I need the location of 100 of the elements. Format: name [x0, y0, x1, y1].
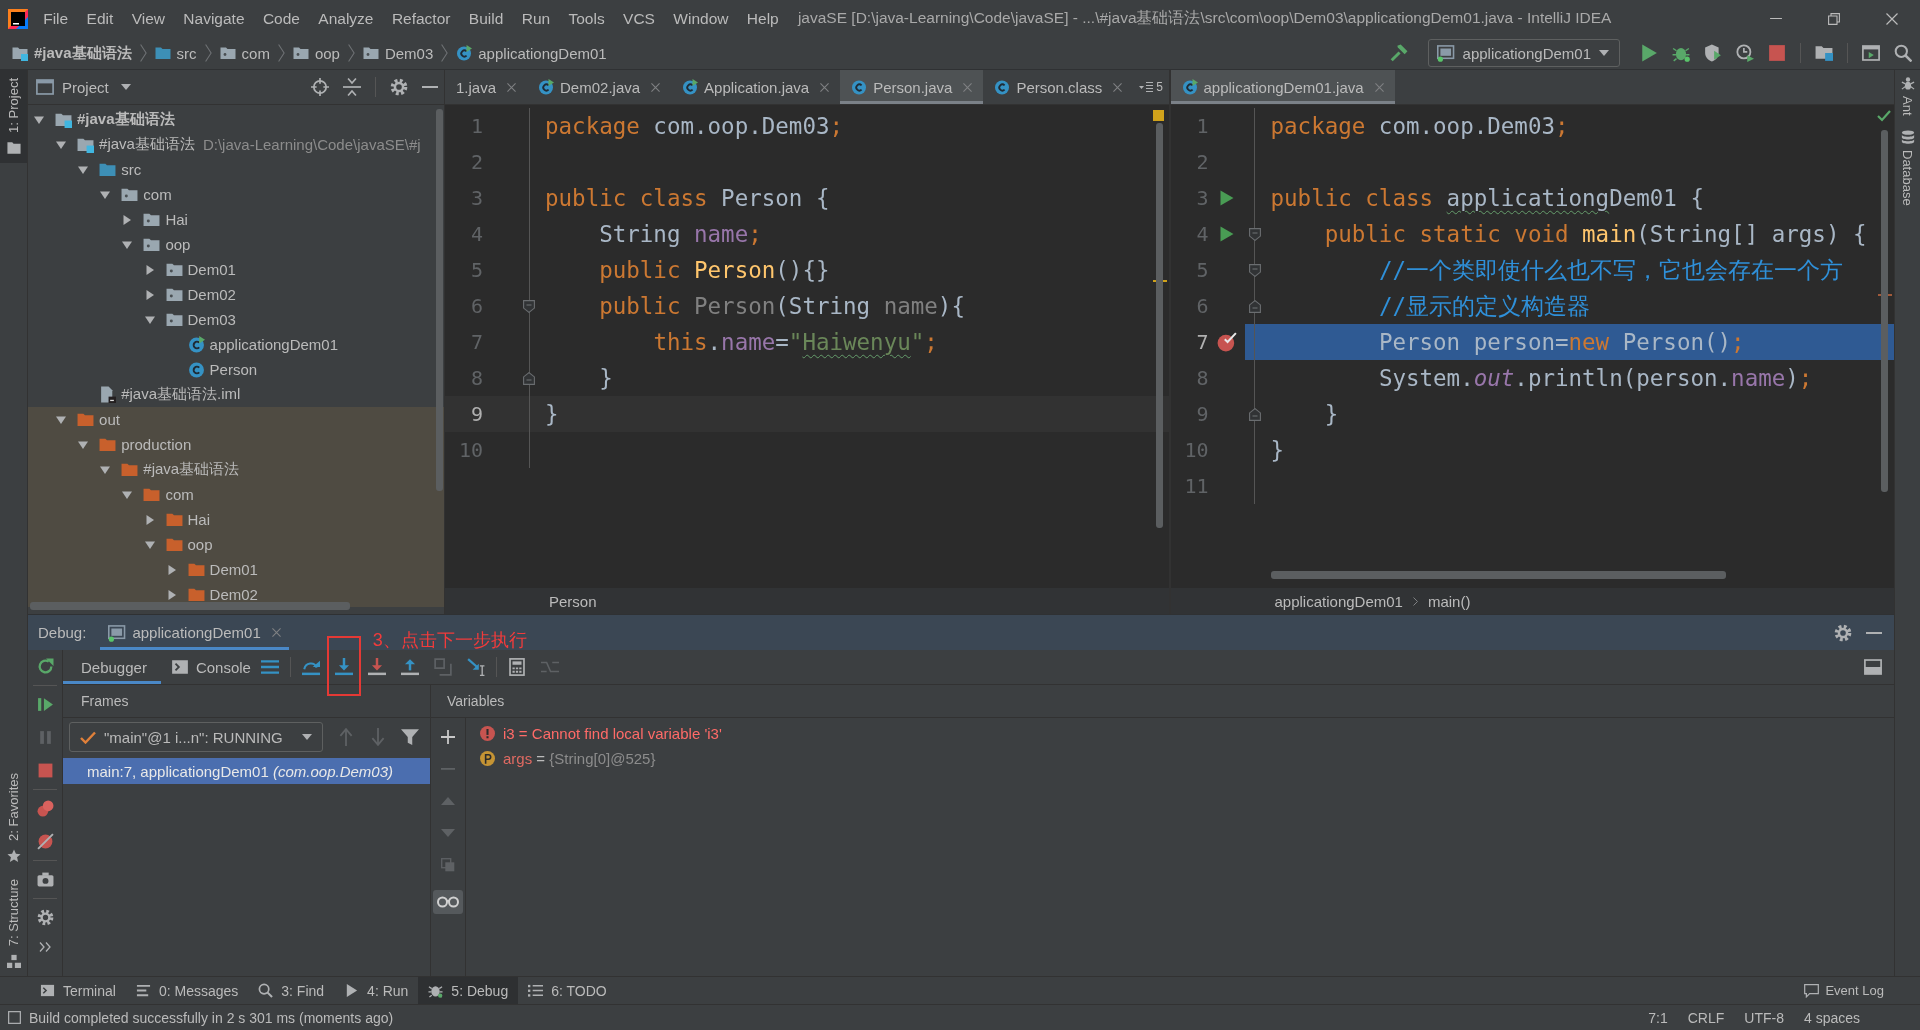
checkmark-icon[interactable] — [1877, 110, 1891, 122]
caret-down-icon[interactable] — [122, 239, 133, 250]
tree-item[interactable]: Dem03 — [187, 311, 236, 328]
rerun-icon[interactable] — [36, 658, 54, 675]
breadcrumb[interactable]: applicationgDem01 — [456, 44, 607, 62]
tree-item[interactable]: applicationgDem01 — [209, 336, 338, 353]
fold-end-icon[interactable] — [523, 371, 535, 385]
debug-view-tab[interactable]: Debugger — [63, 650, 161, 684]
mute-breakpoints-icon[interactable] — [36, 833, 54, 850]
menu-item[interactable]: View — [122, 9, 175, 28]
filter-icon[interactable] — [401, 728, 419, 746]
breakpoint-icon[interactable] — [1216, 332, 1237, 352]
editor-tab[interactable]: Person.java — [840, 70, 984, 104]
menu-item[interactable]: Window — [664, 9, 738, 28]
search-icon[interactable] — [1894, 44, 1912, 62]
calculator-icon[interactable] — [507, 658, 526, 676]
folder-icon[interactable] — [1815, 44, 1833, 62]
menu-item[interactable]: Navigate — [174, 9, 254, 28]
tool-window-tab[interactable]: 3: Find — [248, 977, 335, 1004]
fold-start-icon[interactable] — [1248, 263, 1261, 277]
minimize-icon[interactable] — [1866, 631, 1882, 634]
tab-overflow-button[interactable]: 5 — [1133, 70, 1169, 104]
breadcrumb[interactable]: oop — [292, 44, 340, 62]
close-icon[interactable] — [1886, 12, 1898, 25]
stack-frame-item[interactable]: main:7, applicationgDem01 (com.oop.Dem03) — [63, 758, 430, 784]
caret-down-icon[interactable] — [144, 314, 155, 325]
breadcrumb[interactable]: com — [219, 44, 270, 62]
tree-item[interactable]: #java基础语法 — [143, 460, 240, 479]
resume-icon[interactable] — [36, 696, 54, 713]
caret-right-icon[interactable] — [144, 264, 155, 275]
tree-item[interactable]: #java基础语法 — [77, 110, 175, 129]
breadcrumb[interactable]: Dem03 — [362, 44, 434, 62]
tool-window-tab[interactable]: 6: TODO — [518, 977, 617, 1004]
tool-window-button[interactable]: 1: Project — [0, 70, 27, 163]
tree-item[interactable]: oop — [165, 236, 191, 253]
step-out-icon[interactable] — [400, 658, 419, 676]
lines-icon[interactable] — [260, 658, 279, 676]
scrollbar[interactable] — [30, 602, 350, 610]
step-into-icon[interactable] — [334, 658, 353, 676]
settings-icon[interactable] — [36, 909, 54, 926]
caret-right-icon[interactable] — [166, 589, 177, 600]
breadcrumb[interactable]: applicationgDem01 — [1274, 592, 1403, 610]
breakpoints-icon[interactable] — [36, 800, 54, 817]
editor-tab[interactable]: Application.java — [671, 70, 841, 104]
status-item[interactable]: 7:1 — [1648, 1009, 1668, 1026]
close-icon[interactable] — [271, 628, 281, 637]
more-icon[interactable] — [39, 942, 51, 952]
caret-down-icon[interactable] — [78, 164, 89, 175]
tree-item[interactable]: oop — [187, 536, 213, 553]
force-step-into-icon[interactable] — [367, 658, 386, 676]
tool-window-button[interactable]: Database — [1900, 129, 1915, 206]
tool-window-tab[interactable]: Terminal — [30, 977, 126, 1004]
breadcrumb[interactable]: #java基础语法 — [12, 43, 132, 63]
layout-icon[interactable] — [1864, 658, 1882, 676]
breadcrumb[interactable]: src — [154, 44, 197, 62]
breadcrumb[interactable]: Person — [549, 592, 597, 610]
crosshair-icon[interactable] — [311, 78, 329, 96]
settings-icon[interactable] — [390, 78, 408, 96]
menu-item[interactable]: Code — [253, 9, 310, 28]
menu-item[interactable]: Refactor — [382, 9, 460, 28]
menu-item[interactable]: Help — [737, 9, 788, 28]
tool-window-tab[interactable]: 4: Run — [334, 977, 419, 1004]
event-log-button[interactable]: Event Log — [1804, 977, 1884, 1004]
caret-down-icon[interactable] — [100, 464, 111, 475]
session-tab[interactable]: applicationgDem01 — [100, 615, 289, 650]
caret-down-icon[interactable] — [78, 439, 89, 450]
stop-icon[interactable] — [1768, 44, 1786, 62]
minimize-icon[interactable] — [1770, 17, 1782, 20]
camera-icon[interactable] — [36, 871, 54, 888]
glasses-icon[interactable] — [433, 890, 463, 914]
variable-entry[interactable]: args = {String[0]@525} — [503, 750, 656, 767]
caret-right-icon[interactable] — [122, 214, 133, 225]
scrollbar[interactable] — [1270, 571, 1726, 579]
restore-icon[interactable] — [1828, 12, 1840, 25]
tree-item[interactable]: Hai — [187, 511, 210, 528]
tool-window-button[interactable]: 7: Structure — [0, 870, 27, 976]
breadcrumb[interactable]: main() — [1427, 592, 1471, 610]
close-icon[interactable] — [1113, 82, 1123, 92]
scrollbar[interactable] — [1155, 123, 1163, 528]
menu-item[interactable]: File — [34, 9, 78, 28]
settings-icon[interactable] — [1834, 623, 1852, 642]
status-item[interactable]: UTF-8 — [1744, 1009, 1784, 1026]
caret-down-icon[interactable] — [34, 114, 44, 125]
tree-item[interactable]: com — [165, 486, 194, 503]
tree-item[interactable]: com — [143, 186, 172, 203]
stop-icon[interactable] — [36, 762, 54, 779]
caret-down-icon[interactable] — [56, 139, 67, 150]
caret-right-icon[interactable] — [166, 564, 177, 575]
clock-icon[interactable] — [1736, 44, 1754, 62]
thread-dropdown[interactable]: "main"@1 i...n": RUNNING — [69, 722, 323, 752]
caret-right-icon[interactable] — [144, 289, 155, 300]
tree-item[interactable]: Dem01 — [209, 561, 258, 578]
caret-down-icon[interactable] — [100, 189, 111, 200]
editor-tab[interactable]: applicationgDem01.java — [1170, 70, 1395, 104]
menu-item[interactable]: Analyze — [309, 9, 383, 28]
editor-tab[interactable]: Dem02.java — [527, 70, 672, 104]
tree-item[interactable]: Dem02 — [187, 286, 236, 303]
run-icon[interactable] — [1219, 190, 1234, 206]
caret-down-icon[interactable] — [144, 539, 155, 550]
variable-entry[interactable]: i3 = Cannot find local variable 'i3' — [503, 725, 722, 742]
